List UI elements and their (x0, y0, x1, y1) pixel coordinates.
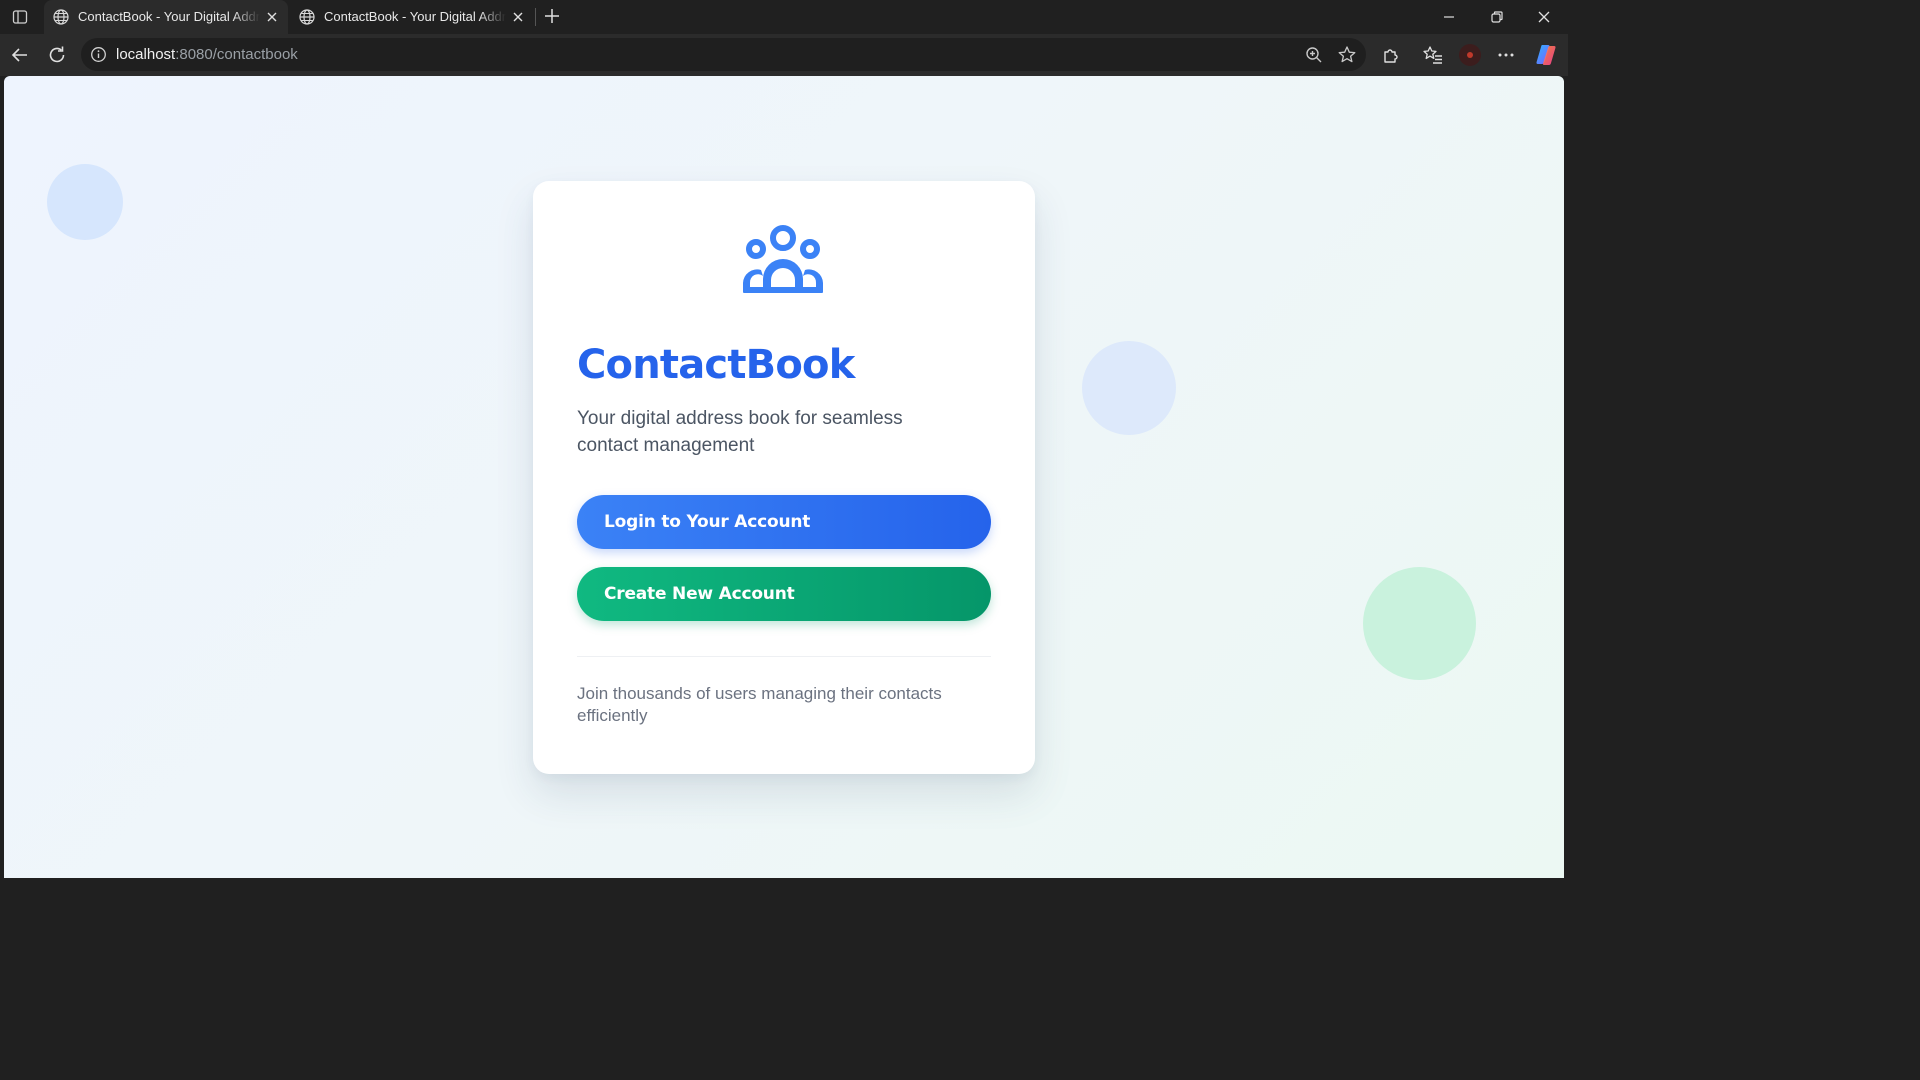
profile-indicator (1467, 52, 1473, 58)
restore-icon[interactable] (1489, 9, 1505, 25)
reload-icon[interactable] (46, 44, 68, 66)
tab-title: ContactBook - Your Digital Address Book (324, 9, 506, 24)
url-text[interactable]: localhost:8080/contactbook (116, 46, 298, 63)
decorative-circle (47, 164, 123, 240)
profile-avatar[interactable] (1459, 44, 1481, 66)
browser-titlebar: ContactBook - Your Digital Address Book … (0, 0, 1568, 34)
url-path: :8080/contactbook (175, 46, 298, 63)
back-arrow-icon[interactable] (9, 44, 31, 66)
page-title: ContactBook (577, 342, 855, 388)
zoom-icon[interactable] (1303, 44, 1325, 66)
tab-contactbook[interactable]: ContactBook - Your Digital Address Book (290, 0, 534, 34)
globe-icon (53, 9, 69, 25)
decorative-circle (1363, 567, 1476, 680)
footer-text: Join thousands of users managing their c… (577, 684, 942, 725)
plus-icon[interactable] (541, 5, 563, 27)
create-account-button[interactable]: Create New Account (577, 567, 991, 621)
favorites-icon[interactable] (1422, 44, 1444, 66)
tab-title: ContactBook - Your Digital Address Book (78, 9, 260, 24)
sidebar-toggle-icon[interactable] (8, 5, 32, 29)
tab-separator (535, 8, 536, 26)
minimize-icon[interactable] (1441, 9, 1457, 25)
tab-contactbook-active[interactable]: ContactBook - Your Digital Address Book (44, 0, 288, 34)
close-icon[interactable] (510, 9, 526, 25)
close-icon[interactable] (264, 9, 280, 25)
address-bar[interactable]: localhost:8080/contactbook (81, 38, 1366, 71)
globe-icon (299, 9, 315, 25)
login-button[interactable]: Login to Your Account (577, 495, 991, 549)
page-viewport: ContactBook Your digital address book fo… (4, 76, 1564, 878)
tagline: Your digital address book for seamless c… (577, 408, 903, 456)
url-host: localhost (116, 46, 176, 63)
decorative-circle (1082, 341, 1176, 435)
divider (577, 656, 991, 657)
more-icon[interactable] (1495, 44, 1517, 66)
info-icon[interactable] (90, 46, 107, 63)
copilot-icon[interactable] (1533, 42, 1559, 68)
welcome-card: ContactBook Your digital address book fo… (533, 181, 1035, 774)
star-icon[interactable] (1336, 44, 1358, 66)
puzzle-icon[interactable] (1380, 44, 1402, 66)
users-group-icon (743, 225, 823, 293)
browser-toolbar: localhost:8080/contactbook (0, 34, 1568, 76)
close-window-icon[interactable] (1536, 9, 1552, 25)
